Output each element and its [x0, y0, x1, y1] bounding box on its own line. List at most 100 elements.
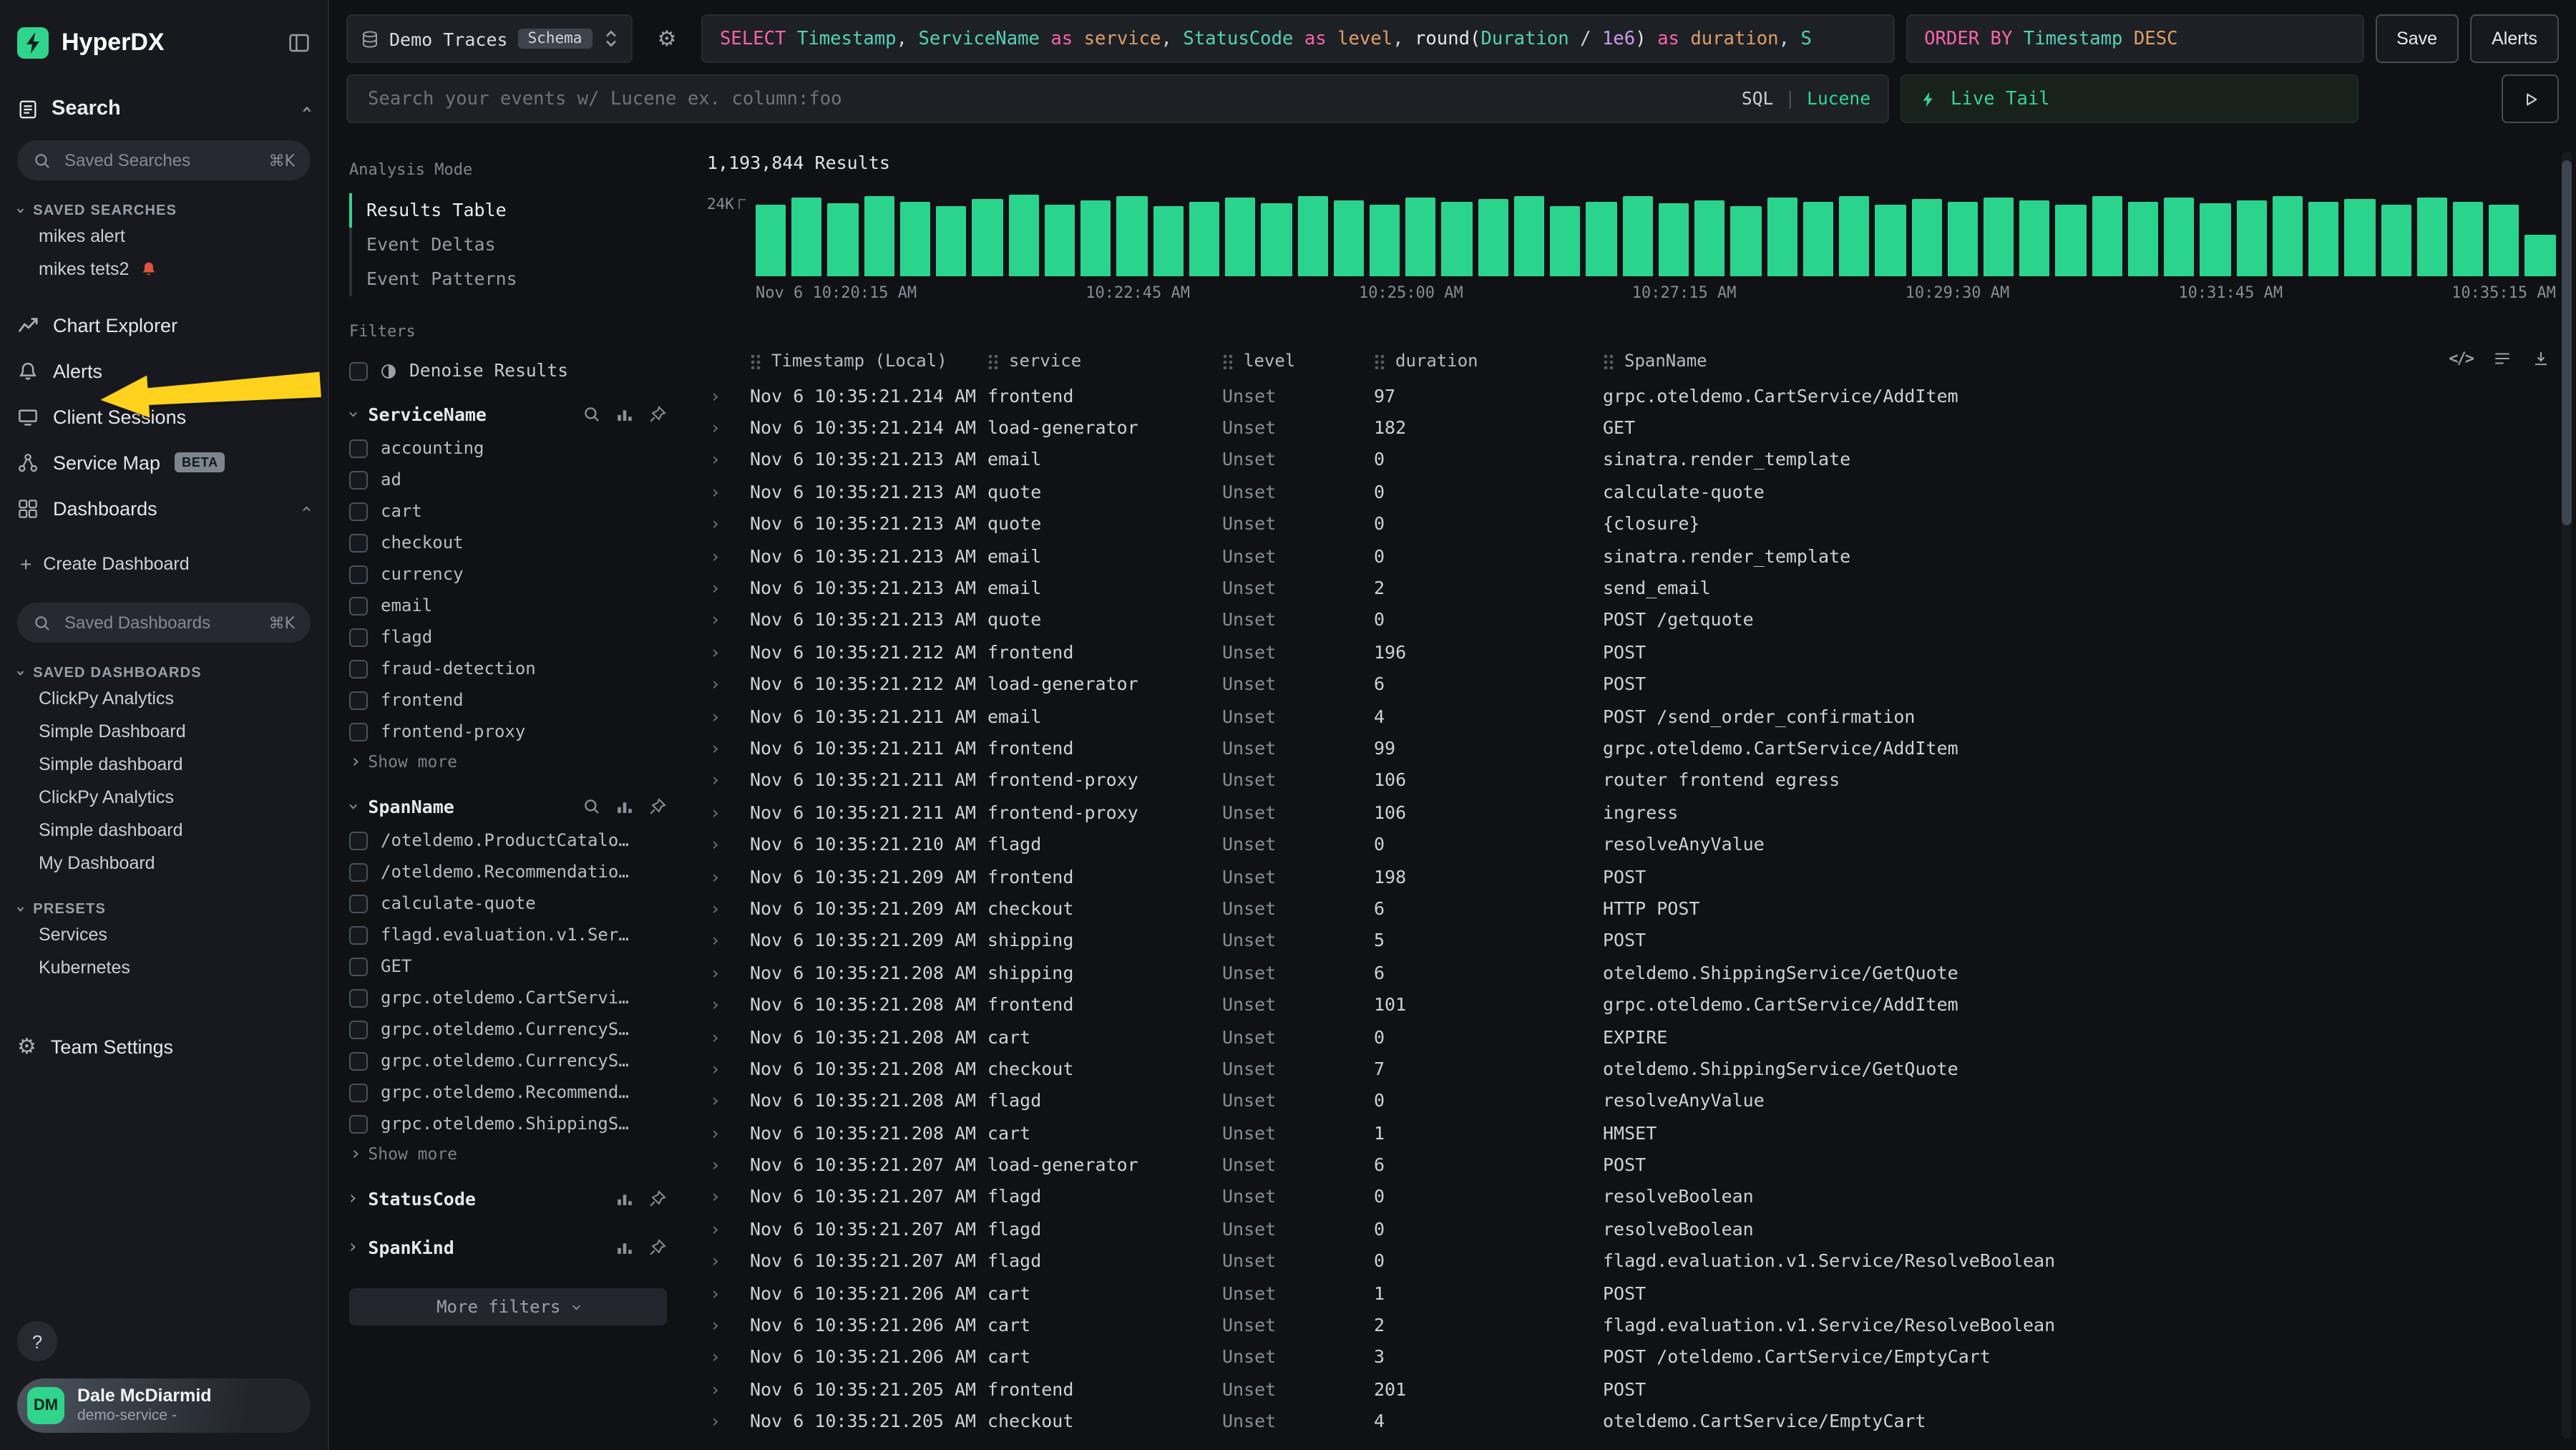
facet-option[interactable]: /oteldemo.ProductCatalo… — [349, 824, 667, 856]
order-by-input[interactable]: ORDER BY Timestamp DESC — [1906, 14, 2363, 63]
histogram-bar[interactable] — [2525, 235, 2555, 276]
facet-option[interactable]: accounting — [349, 432, 667, 464]
row-expand-icon[interactable]: › — [707, 833, 750, 855]
row-expand-icon[interactable]: › — [707, 737, 750, 759]
facet-option[interactable]: flagd — [349, 621, 667, 653]
table-row[interactable]: ›Nov 6 10:35:21.211 AMfrontend-proxyUnse… — [707, 764, 2576, 796]
facet-pin-icon[interactable] — [648, 404, 667, 423]
facet-pin-icon[interactable] — [648, 1237, 667, 1256]
histogram-bar[interactable] — [1262, 203, 1292, 276]
histogram-bar[interactable] — [1297, 196, 1327, 277]
facet-option[interactable]: email — [349, 590, 667, 621]
facet-option[interactable]: currency — [349, 558, 667, 590]
histogram-bar[interactable] — [2308, 203, 2338, 276]
histogram-bar[interactable] — [1225, 198, 1255, 276]
row-expand-icon[interactable]: › — [707, 1154, 750, 1175]
checkbox[interactable] — [349, 533, 368, 552]
histogram-bar[interactable] — [1080, 200, 1111, 276]
table-row[interactable]: ›Nov 6 10:35:21.211 AMemailUnset4POST /s… — [707, 700, 2576, 732]
mode-sql[interactable]: SQL — [1742, 89, 1773, 109]
drag-handle-icon[interactable] — [1222, 353, 1234, 369]
table-row[interactable]: ›Nov 6 10:35:21.208 AMcheckoutUnset7otel… — [707, 1052, 2576, 1084]
table-row[interactable]: ›Nov 6 10:35:21.208 AMfrontendUnset101gr… — [707, 988, 2576, 1021]
table-row[interactable]: ›Nov 6 10:35:21.213 AMquoteUnset0{closur… — [707, 507, 2576, 540]
histogram-bar[interactable] — [2273, 196, 2303, 277]
column-header-service[interactable]: service — [987, 351, 1222, 371]
facet-header[interactable]: ›ServiceName — [349, 395, 667, 432]
analysis-option-event-patterns[interactable]: Event Patterns — [349, 262, 667, 296]
histogram-bar[interactable] — [1839, 196, 1869, 277]
histogram-bar[interactable] — [972, 199, 1002, 276]
checkbox[interactable] — [349, 565, 368, 583]
sql-editor[interactable]: SELECT Timestamp, ServiceName as service… — [701, 14, 1894, 63]
table-row[interactable]: ›Nov 6 10:35:21.210 AMflagdUnset0resolve… — [707, 828, 2576, 860]
scrollbar[interactable] — [2562, 152, 2572, 1439]
dashboard-item[interactable]: ClickPy Analytics — [17, 780, 311, 813]
facet-option[interactable]: grpc.oteldemo.Recommend… — [349, 1076, 667, 1108]
saved-search-item[interactable]: mikes tets2 — [17, 252, 311, 285]
saved-dashboards-input[interactable] — [62, 611, 259, 634]
histogram-bar[interactable] — [2164, 198, 2194, 276]
column-header-level[interactable]: level — [1222, 351, 1374, 371]
histogram-bar[interactable] — [1189, 202, 1219, 276]
table-row[interactable]: ›Nov 6 10:35:21.209 AMshippingUnset5POST — [707, 924, 2576, 956]
table-row[interactable]: ›Nov 6 10:35:21.214 AMfrontendUnset97grp… — [707, 379, 2576, 412]
row-expand-icon[interactable]: › — [707, 481, 750, 502]
preset-item[interactable]: Services — [17, 918, 311, 950]
histogram-bar[interactable] — [2092, 197, 2122, 276]
facet-chart-icon[interactable] — [615, 797, 634, 815]
live-tail-button[interactable]: Live Tail — [1901, 74, 2358, 123]
play-button[interactable] — [2502, 74, 2559, 123]
facet-search-icon[interactable] — [582, 797, 601, 815]
histogram-bar[interactable] — [828, 203, 858, 276]
row-expand-icon[interactable]: › — [707, 1250, 750, 1271]
histogram-bar[interactable] — [1803, 202, 1833, 276]
row-expand-icon[interactable]: › — [707, 384, 750, 406]
histogram-bar[interactable] — [1370, 205, 1400, 276]
row-expand-icon[interactable]: › — [707, 545, 750, 566]
row-expand-icon[interactable]: › — [707, 449, 750, 470]
alerts-button[interactable]: Alerts — [2470, 14, 2559, 63]
row-expand-icon[interactable]: › — [707, 1282, 750, 1303]
table-row[interactable]: ›Nov 6 10:35:21.208 AMcartUnset0EXPIRE — [707, 1021, 2576, 1053]
histogram-bar[interactable] — [1153, 205, 1183, 276]
histogram-bar[interactable] — [2200, 203, 2230, 276]
facet-chart-icon[interactable] — [615, 1237, 634, 1256]
row-expand-icon[interactable]: › — [707, 673, 750, 694]
row-expand-icon[interactable]: › — [707, 577, 750, 598]
histogram-bar[interactable] — [1334, 200, 1364, 276]
row-expand-icon[interactable]: › — [707, 705, 750, 726]
histogram-bar[interactable] — [1478, 199, 1508, 276]
facet-option[interactable]: grpc.oteldemo.CartServi… — [349, 982, 667, 1013]
histogram-bar[interactable] — [2236, 200, 2266, 276]
table-row[interactable]: ›Nov 6 10:35:21.211 AMfrontend-proxyUnse… — [707, 796, 2576, 828]
checkbox[interactable] — [349, 862, 368, 881]
histogram-bar[interactable] — [2345, 199, 2375, 276]
analysis-option-results-table[interactable]: Results Table — [349, 193, 667, 228]
histogram-bar[interactable] — [2019, 200, 2049, 276]
row-expand-icon[interactable]: › — [707, 769, 750, 791]
facet-option[interactable]: calculate-quote — [349, 887, 667, 919]
sidebar-item-team-settings[interactable]: ⚙ Team Settings — [17, 1023, 311, 1069]
histogram-bar[interactable] — [1622, 197, 1652, 276]
row-expand-icon[interactable]: › — [707, 930, 750, 951]
checkbox[interactable] — [349, 1020, 368, 1038]
saved-dashboards-heading[interactable]: › SAVED DASHBOARDS — [17, 666, 311, 681]
table-row[interactable]: ›Nov 6 10:35:21.213 AMemailUnset0sinatra… — [707, 444, 2576, 476]
checkbox[interactable] — [349, 596, 368, 615]
row-expand-icon[interactable]: › — [707, 1090, 750, 1111]
table-row[interactable]: ›Nov 6 10:35:21.205 AMcheckoutUnset4otel… — [707, 1405, 2576, 1437]
drag-handle-icon[interactable] — [987, 353, 999, 369]
histogram-bar[interactable] — [1767, 198, 1797, 276]
table-row[interactable]: ›Nov 6 10:35:21.211 AMfrontendUnset99grp… — [707, 732, 2576, 764]
search-section-header[interactable]: Search › — [17, 97, 311, 120]
checkbox[interactable] — [349, 925, 368, 944]
dashboard-item[interactable]: Simple Dashboard — [17, 714, 311, 747]
facet-option[interactable]: /oteldemo.Recommendatio… — [349, 856, 667, 887]
table-row[interactable]: ›Nov 6 10:35:21.207 AMflagdUnset0resolve… — [707, 1212, 2576, 1245]
saved-searches-search[interactable]: ⌘K — [17, 140, 311, 180]
more-filters-button[interactable]: More filters › — [349, 1288, 667, 1325]
row-expand-icon[interactable]: › — [707, 641, 750, 663]
download-icon[interactable] — [2532, 349, 2550, 368]
histogram-bar[interactable] — [1947, 203, 1977, 276]
